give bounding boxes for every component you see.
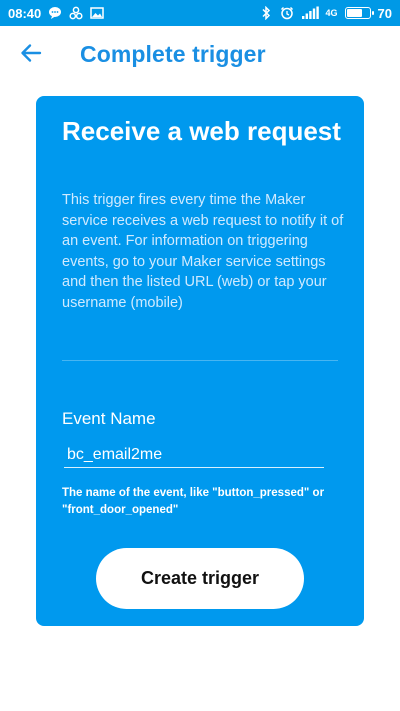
- event-name-help: The name of the event, like "button_pres…: [62, 487, 325, 516]
- image-icon: [90, 6, 104, 20]
- status-left: 08:40: [8, 6, 104, 21]
- status-right: 4G 70: [259, 6, 392, 21]
- divider: [62, 360, 338, 361]
- status-time: 08:40: [8, 5, 42, 21]
- battery-fill: [346, 9, 362, 17]
- card-title: Receive a web request: [62, 116, 341, 146]
- page-title: Complete trigger: [80, 41, 266, 67]
- chat-bubble-icon: [48, 6, 62, 20]
- alarm-icon: [280, 6, 294, 20]
- battery-icon: [344, 7, 374, 19]
- app-icon: [69, 6, 83, 20]
- trigger-card: Receive a web request This trigger fires…: [36, 96, 364, 626]
- arrow-left-icon: [20, 43, 42, 68]
- event-name-input[interactable]: [64, 444, 324, 468]
- signal-icon: [301, 6, 319, 20]
- bluetooth-icon: [259, 6, 273, 20]
- back-button[interactable]: [18, 42, 44, 68]
- battery-percent: 70: [377, 5, 392, 21]
- app-header: Complete trigger: [0, 26, 400, 84]
- event-name-label: Event Name: [62, 409, 156, 428]
- status-bar: 08:40 4G 70: [0, 0, 400, 26]
- 4g-lte-icon: 4G: [325, 7, 338, 18]
- create-trigger-button[interactable]: Create trigger: [96, 548, 304, 609]
- card-description: This trigger fires every time the Maker …: [62, 192, 344, 311]
